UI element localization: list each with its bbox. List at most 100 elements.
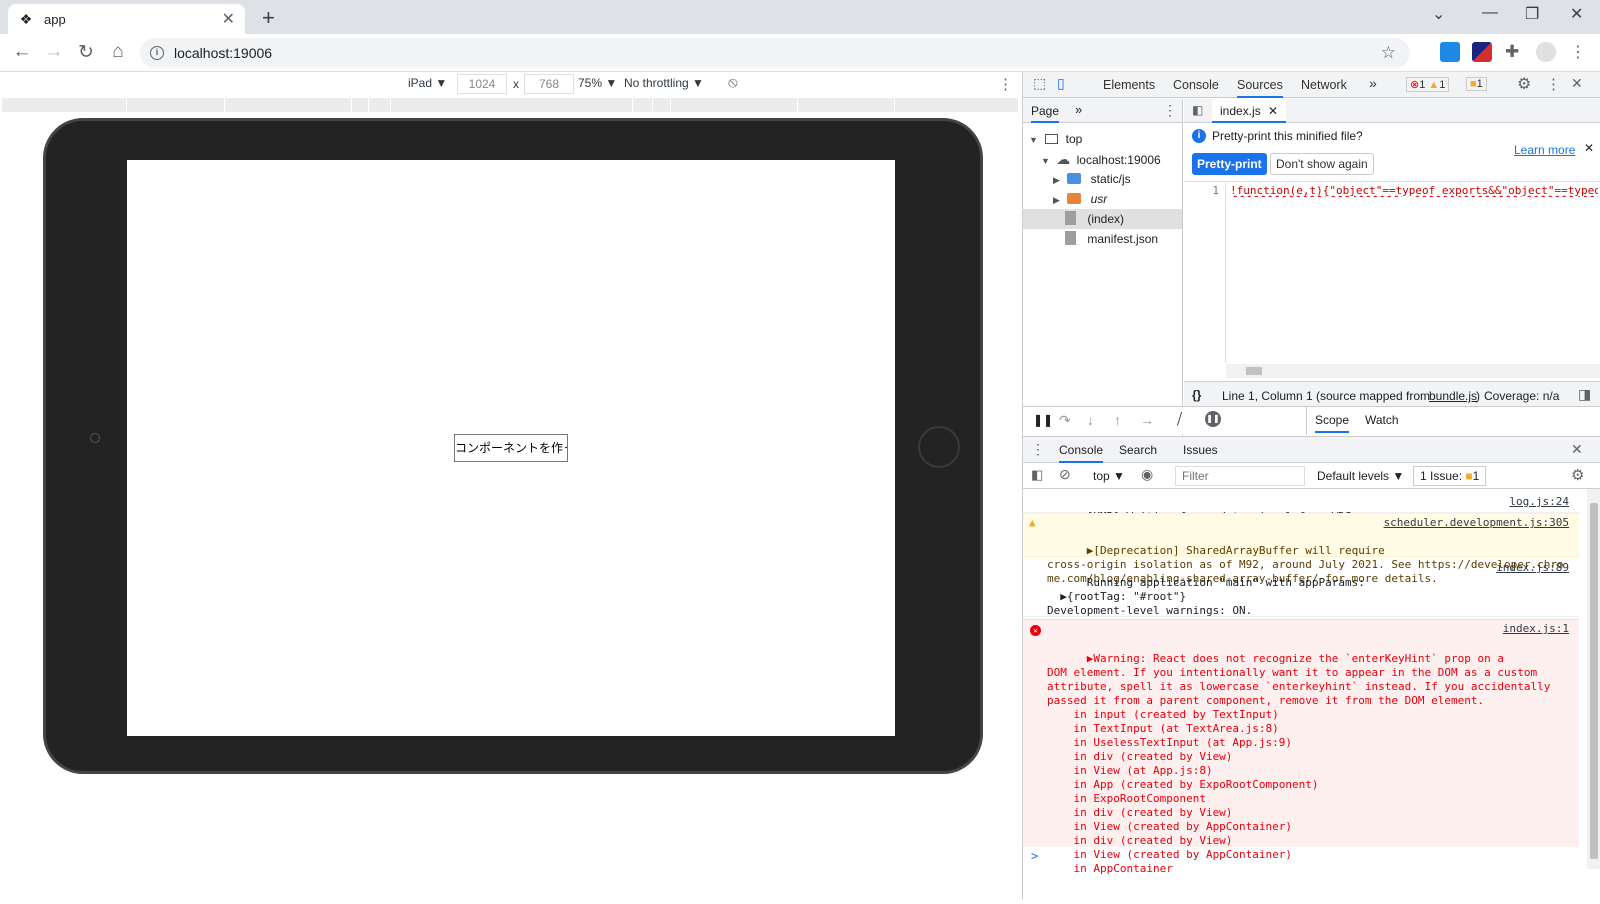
step-out-icon[interactable]: ↑	[1114, 412, 1121, 428]
close-drawer-icon[interactable]: ✕	[1571, 441, 1583, 458]
rotate-icon[interactable]: ⦸	[728, 74, 738, 91]
device-toolbar-menu-icon[interactable]: ⋮	[998, 75, 1013, 93]
drawer-tab-issues[interactable]: Issues	[1183, 443, 1218, 457]
step-into-icon[interactable]: ↓	[1087, 412, 1094, 428]
horizontal-scrollbar[interactable]	[1226, 364, 1600, 378]
tree-item-manifest[interactable]: manifest.json	[1065, 229, 1158, 249]
message-source-link[interactable]: log.js:24	[1509, 495, 1569, 509]
folder-icon	[1067, 193, 1082, 204]
pause-on-exceptions-icon[interactable]: ❚❚	[1205, 411, 1221, 427]
toggle-debugger-icon[interactable]: ◨	[1578, 386, 1591, 403]
tab-search-icon[interactable]: ⌄	[1432, 4, 1445, 24]
width-input[interactable]: 1024	[457, 74, 507, 94]
inspect-element-icon[interactable]: ⬚	[1033, 75, 1046, 92]
bundle-link[interactable]: bundle.js	[1429, 389, 1477, 403]
new-tab-button[interactable]: +	[262, 5, 275, 31]
pause-icon[interactable]: ❚❚	[1033, 413, 1053, 427]
home-icon[interactable]: ⌂	[106, 41, 130, 63]
close-tab-icon[interactable]: ✕	[222, 9, 235, 29]
extensions-puzzle-icon[interactable]: ✚	[1505, 42, 1525, 62]
console-message-hmr[interactable]: [HMR] Waiting for update signal from WDS…	[1023, 493, 1579, 523]
drawer-tab-search[interactable]: Search	[1119, 443, 1157, 457]
watch-tab[interactable]: Watch	[1365, 413, 1399, 427]
log-levels-select[interactable]: Default levels ▼	[1317, 469, 1404, 483]
deactivate-breakpoints-icon[interactable]: ⧸	[1177, 411, 1182, 428]
forward-icon[interactable]: →	[42, 41, 66, 63]
scope-tab[interactable]: Scope	[1315, 413, 1350, 433]
console-sidebar-icon[interactable]: ◧	[1031, 467, 1043, 483]
url-text[interactable]: localhost:19006	[174, 45, 272, 61]
back-icon[interactable]: ←	[10, 41, 34, 63]
address-bar[interactable]: i localhost:19006 ☆	[140, 38, 1410, 68]
page-tab[interactable]: Page	[1031, 104, 1060, 123]
close-devtools-icon[interactable]: ✕	[1571, 75, 1583, 92]
throttling-select[interactable]: No throttling ▼	[624, 76, 704, 90]
more-tabs-icon[interactable]: »	[1369, 75, 1377, 91]
tab-elements[interactable]: Elements	[1103, 78, 1155, 92]
clear-console-icon[interactable]: ⊘	[1059, 466, 1071, 483]
media-query-ruler[interactable]	[2, 98, 1018, 112]
height-input[interactable]: 768	[524, 74, 574, 94]
more-navigator-tabs-icon[interactable]: »	[1075, 102, 1082, 117]
message-source-link[interactable]: scheduler.development.js:305	[1384, 516, 1569, 530]
code-line[interactable]: !function(e,t){"object"==typeof exports&…	[1230, 184, 1598, 197]
drawer-tab-console[interactable]: Console	[1059, 443, 1104, 463]
issues-label: 1 Issue:	[1420, 469, 1463, 483]
tree-item-static-js[interactable]: ▶ static/js	[1053, 169, 1131, 189]
minimize-icon[interactable]: —	[1482, 4, 1498, 22]
tab-console[interactable]: Console	[1173, 78, 1219, 92]
tree-item-top[interactable]: ▼ top	[1029, 129, 1082, 149]
site-info-icon[interactable]: i	[150, 46, 164, 60]
learn-more-link[interactable]: Learn more	[1514, 143, 1575, 157]
console-settings-icon[interactable]: ⚙	[1571, 466, 1584, 484]
console-message-react-warning[interactable]: ✕ ▶Warning: React does not recognize the…	[1023, 619, 1579, 875]
toggle-navigator-icon[interactable]: ◧	[1192, 103, 1203, 117]
navigator-menu-icon[interactable]: ⋮	[1163, 102, 1177, 119]
zoom-select[interactable]: 75% ▼	[578, 76, 617, 90]
scrollbar-thumb[interactable]	[1590, 503, 1598, 859]
scrollbar-thumb[interactable]	[1246, 367, 1262, 375]
console-message-running[interactable]: Running application "main" with appParam…	[1023, 559, 1579, 631]
bookmark-star-icon[interactable]: ☆	[1381, 43, 1396, 63]
step-over-icon[interactable]: ↷	[1059, 412, 1071, 429]
tree-item-index[interactable]: (index)	[1023, 209, 1182, 229]
console-message-deprecation[interactable]: ▲ ▶[Deprecation] SharedArrayBuffer will …	[1023, 513, 1579, 585]
text-input[interactable]: コンポーネントを作って	[454, 434, 568, 462]
live-expression-eye-icon[interactable]: ◉	[1141, 466, 1153, 483]
dont-show-again-button[interactable]: Don't show again	[1270, 153, 1374, 175]
error-warning-counter[interactable]: ⊗1 ▲1	[1406, 77, 1450, 92]
step-icon[interactable]: →	[1140, 412, 1154, 428]
message-source-link[interactable]: index.js:89	[1496, 561, 1569, 575]
extension-s-icon[interactable]	[1440, 42, 1460, 62]
pretty-print-button[interactable]: Pretty-print	[1192, 153, 1267, 175]
tab-sources[interactable]: Sources	[1237, 78, 1283, 98]
console-prompt[interactable]: >	[1031, 849, 1038, 863]
devtools-menu-icon[interactable]: ⋮	[1546, 75, 1561, 93]
browser-tab[interactable]: ❖ app ✕	[8, 4, 245, 34]
profile-avatar-icon[interactable]	[1536, 42, 1556, 62]
tree-item-usr[interactable]: ▶ usr	[1053, 189, 1107, 209]
console-filter-input[interactable]	[1175, 466, 1305, 486]
close-infobar-icon[interactable]: ✕	[1584, 141, 1594, 155]
close-window-icon[interactable]: ✕	[1570, 4, 1583, 24]
device-toggle-icon[interactable]: ▯	[1057, 75, 1065, 92]
close-editor-tab-icon[interactable]: ✕	[1268, 104, 1278, 118]
tab-network[interactable]: Network	[1301, 78, 1347, 92]
device-select[interactable]: iPad ▼	[408, 76, 447, 90]
device-viewport: iPad ▼ 1024 x 768 75% ▼ No throttling ▼ …	[0, 72, 1022, 900]
reload-icon[interactable]: ↻	[74, 41, 98, 64]
editor-tab-index-js[interactable]: index.js ✕	[1212, 99, 1287, 123]
restore-icon[interactable]: ❐	[1525, 4, 1539, 24]
issues-button[interactable]: 1 Issue: ■1	[1413, 466, 1487, 486]
settings-gear-icon[interactable]: ⚙	[1517, 74, 1531, 94]
format-icon[interactable]: {}	[1192, 388, 1201, 402]
context-select[interactable]: top ▼	[1093, 469, 1125, 483]
issues-counter[interactable]: ■1	[1466, 77, 1487, 91]
message-source-link[interactable]: index.js:1	[1503, 622, 1569, 636]
browser-menu-icon[interactable]: ⋮	[1570, 42, 1590, 62]
code-area[interactable]: 1 !function(e,t){"object"==typeof export…	[1184, 183, 1600, 378]
tree-item-localhost[interactable]: ▼ ☁ localhost:19006	[1041, 149, 1161, 169]
extension-flag-icon[interactable]	[1472, 42, 1492, 62]
console-scrollbar[interactable]	[1587, 489, 1600, 869]
drawer-menu-icon[interactable]: ⋮	[1031, 441, 1045, 458]
